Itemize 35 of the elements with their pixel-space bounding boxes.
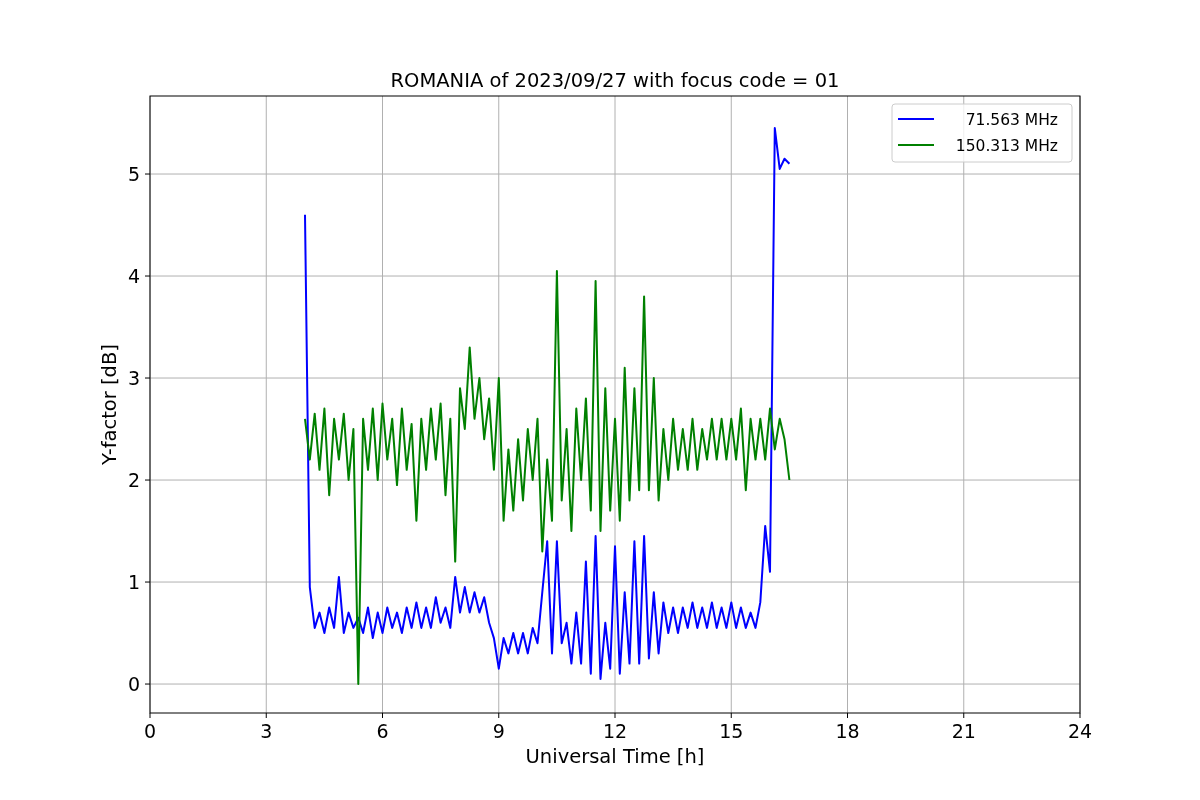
y-tick-label: 1 xyxy=(127,571,140,594)
x-tick-label: 9 xyxy=(492,720,505,742)
tick-mark xyxy=(614,712,616,719)
tick-mark xyxy=(1079,712,1081,719)
tick-mark xyxy=(144,581,151,583)
x-tick-label: 24 xyxy=(1067,720,1093,742)
x-tick-label: 6 xyxy=(376,720,389,742)
tick-mark xyxy=(382,712,383,719)
x-tick-label: 15 xyxy=(719,720,744,742)
y-tick-label: 5 xyxy=(127,163,140,186)
chart-title: ROMANIA of 2023/09/27 with focus code = 01 xyxy=(390,69,840,92)
y-tick-label: 0 xyxy=(127,673,140,696)
tick-mark xyxy=(144,173,151,175)
x-tick-label: 12 xyxy=(602,720,628,742)
x-tick-label: 3 xyxy=(260,720,273,742)
y-tick-label: 2 xyxy=(127,469,140,492)
x-axis-label: Universal Time [h] xyxy=(525,745,705,768)
tick-mark xyxy=(963,712,965,719)
tick-mark xyxy=(730,712,732,719)
y-axis-label: Y-factor [dB] xyxy=(98,344,121,465)
tick-mark xyxy=(144,377,151,379)
legend-label: 71.563 MHz xyxy=(965,111,1058,129)
tick-mark xyxy=(149,712,151,719)
y-tick-label: 4 xyxy=(127,265,140,288)
tick-mark xyxy=(847,712,848,719)
y-tick-label: 3 xyxy=(127,367,140,390)
tick-mark xyxy=(144,683,151,685)
x-tick-label: 21 xyxy=(951,720,976,742)
x-tick-label: 0 xyxy=(143,720,157,742)
tick-mark xyxy=(144,479,151,481)
tick-mark xyxy=(265,712,267,719)
legend-label: 150.313 MHz xyxy=(955,137,1058,155)
tick-mark xyxy=(144,275,151,277)
tick-mark xyxy=(498,712,500,719)
x-tick-label: 18 xyxy=(835,720,860,742)
